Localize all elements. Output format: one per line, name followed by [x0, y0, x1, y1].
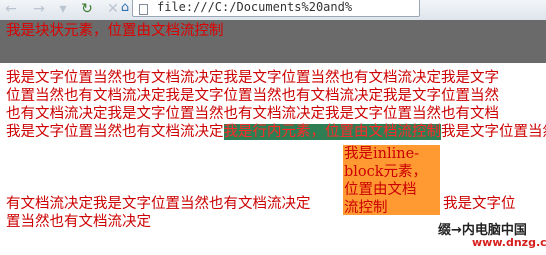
ib-line-2: block元素， [344, 164, 428, 180]
page-icon [139, 4, 148, 15]
ib-line-1: 我是inline- [344, 146, 420, 162]
inline-block-element: 我是inline- block元素， 位置由文档 流控制 [343, 145, 440, 216]
text-line-2: 位置当然也有文档流决定我是文字位置当然也有文档流决定我是文字位置当然 [6, 88, 499, 104]
inline-element: 我是行内元素，位置由文档流控制 [223, 124, 441, 140]
address-bar[interactable]: file:///C:/Documents%20and% [132, 0, 420, 17]
line4-suffix: 我是文字位置当然也 [441, 124, 546, 140]
back-icon[interactable]: ← [2, 1, 20, 17]
page-content: 我是块状元素，位置由文档流控制 我是文字位置当然也有文档流决定我是文字位置当然也… [0, 20, 546, 255]
text-line-6: 置当然也有文档流决定 [6, 214, 151, 230]
block-element: 我是块状元素，位置由文档流控制 [0, 20, 546, 63]
text-line-4: 我是文字位置当然也有文档流决定我是行内元素，位置由文档流控制我是文字位置当然也 [6, 123, 546, 141]
ib-line-3: 位置由文档 [344, 182, 417, 198]
ib-line-4: 流控制 [344, 200, 388, 216]
reload-icon[interactable]: ↻ [78, 1, 96, 17]
text-line-5-suffix: 我是文字位 [443, 196, 516, 212]
forward-icon[interactable]: → [30, 1, 48, 17]
text-line-1: 我是文字位置当然也有文档流决定我是文字位置当然也有文档流决定我是文字 [6, 70, 499, 86]
text-line-3: 也有文档流决定我是文字位置当然也有文档流决定我是文字位置当然也有文档 [6, 106, 499, 122]
dropdown-icon[interactable]: ▾ [54, 1, 72, 17]
browser-toolbar: ← → ▾ ↻ ✕ ⌂ file:///C:/Documents%20and% [0, 0, 546, 21]
block-element-text: 我是块状元素，位置由文档流控制 [6, 23, 224, 39]
line4-prefix: 我是文字位置当然也有文档流决定 [6, 124, 224, 140]
url-text[interactable]: file:///C:/Documents%20and% [157, 0, 352, 14]
text-line-5-prefix: 有文档流决定我是文字位置当然也有文档流决定 [6, 196, 311, 212]
